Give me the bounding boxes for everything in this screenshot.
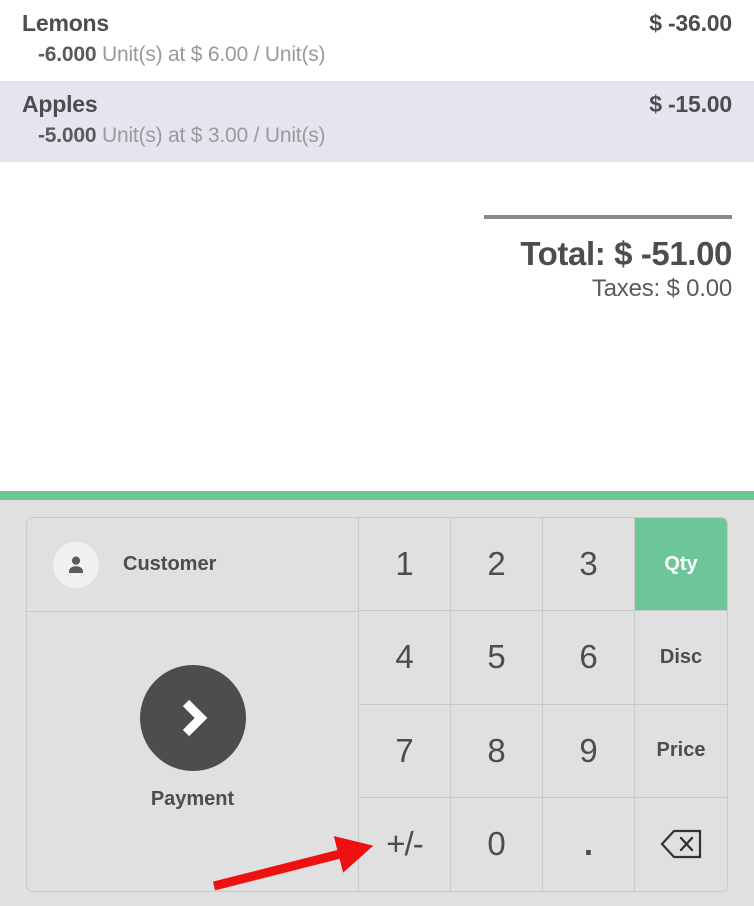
numpad-key-1-label: 1 bbox=[395, 545, 414, 583]
numpad-key-1[interactable]: 1 bbox=[359, 518, 451, 612]
numpad-mode-price[interactable]: Price bbox=[635, 704, 727, 798]
totals-divider bbox=[484, 215, 732, 219]
numpad-mode-disc-label: Disc bbox=[659, 645, 703, 668]
numpad-key-0-label: 0 bbox=[487, 825, 506, 863]
numpad-key-4-label: 4 bbox=[395, 638, 414, 676]
chevron-right-icon bbox=[139, 664, 246, 771]
numpad-key-0[interactable]: 0 bbox=[451, 797, 543, 891]
numpad-key-7[interactable]: 7 bbox=[359, 704, 451, 798]
order-line-header: Apples $ -15.00 bbox=[22, 91, 732, 118]
numpad-mode-disc[interactable]: Disc bbox=[635, 611, 727, 705]
order-lines-list: Lemons $ -36.00 -6.000 Unit(s) at $ 6.00 /… bbox=[0, 0, 754, 162]
numpad: 1 2 3 Qty 4 5 6 Disc 7 8 9 Price +/- 0. bbox=[359, 518, 727, 891]
customer-label: Customer bbox=[123, 553, 217, 575]
numpad-key-sign-label: +/- bbox=[386, 825, 423, 863]
numpad-key-5-label: 5 bbox=[487, 638, 506, 676]
order-total: Total: $ -51.00 bbox=[520, 235, 732, 272]
numpad-key-5[interactable]: 5 bbox=[451, 611, 543, 705]
numpad-mode-qty-label: Qty bbox=[664, 552, 698, 575]
green-divider bbox=[0, 491, 754, 500]
customer-button[interactable]: Customer bbox=[27, 518, 358, 612]
numpad-key-2[interactable]: 2 bbox=[451, 518, 543, 612]
numpad-mode-qty[interactable]: Qty bbox=[635, 518, 727, 612]
numpad-key-decimal-label: . bbox=[583, 825, 594, 863]
order-line-product: Lemons bbox=[22, 10, 109, 36]
numpad-key-3-label: 3 bbox=[579, 545, 598, 583]
order-line-header: Lemons $ -36.00 bbox=[22, 10, 732, 37]
numpad-key-3[interactable]: 3 bbox=[543, 518, 635, 612]
order-line-detail: -5.000 Unit(s) at $ 3.00 / Unit(s) bbox=[22, 124, 732, 148]
order-line-price: $ -36.00 bbox=[649, 10, 732, 36]
control-panel: Customer Payment 1 2 3 Qty 4 5 6 Disc 7 8 9 Price +/… bbox=[26, 517, 728, 892]
numpad-key-2-label: 2 bbox=[487, 545, 506, 583]
numpad-key-9-label: 9 bbox=[579, 731, 598, 769]
payment-button[interactable]: Payment bbox=[27, 612, 358, 891]
numpad-key-7-label: 7 bbox=[395, 731, 414, 769]
numpad-key-6-label: 6 bbox=[579, 638, 598, 676]
bottom-control-area: Customer Payment 1 2 3 Qty 4 5 6 Disc 7 8 9 Price +/… bbox=[0, 500, 754, 906]
numpad-key-4[interactable]: 4 bbox=[359, 611, 451, 705]
left-actions-column: Customer Payment bbox=[27, 518, 359, 891]
numpad-mode-price-label: Price bbox=[656, 739, 706, 762]
order-line-product: Apples bbox=[22, 91, 98, 117]
totals-area: Total: $ -51.00 Taxes: $ 0.00 bbox=[0, 215, 754, 303]
order-line-quantity: -5.000 bbox=[38, 124, 97, 147]
payment-label: Payment bbox=[150, 787, 235, 810]
numpad-key-8[interactable]: 8 bbox=[451, 704, 543, 798]
order-line-unit-info: Unit(s) at $ 3.00 / Unit(s) bbox=[96, 124, 326, 147]
order-line[interactable]: Lemons $ -36.00 -6.000 Unit(s) at $ 6.00 /… bbox=[0, 0, 754, 81]
backspace-icon bbox=[660, 830, 702, 859]
order-taxes: Taxes: $ 0.00 bbox=[591, 274, 732, 302]
order-line-quantity: -6.000 bbox=[38, 43, 97, 66]
order-line-detail: -6.000 Unit(s) at $ 6.00 / Unit(s) bbox=[22, 43, 732, 67]
numpad-key-8-label: 8 bbox=[487, 731, 506, 769]
numpad-key-decimal[interactable]: . bbox=[543, 797, 635, 891]
person-icon bbox=[53, 541, 99, 588]
order-line-price: $ -15.00 bbox=[649, 91, 732, 117]
numpad-key-backspace[interactable] bbox=[635, 797, 727, 891]
order-line[interactable]: Apples $ -15.00 -5.000 Unit(s) at $ 3.00 /… bbox=[0, 81, 754, 162]
numpad-key-sign[interactable]: +/- bbox=[359, 797, 451, 891]
numpad-key-6[interactable]: 6 bbox=[543, 611, 635, 705]
order-line-unit-info: Unit(s) at $ 6.00 / Unit(s) bbox=[96, 43, 326, 66]
numpad-key-9[interactable]: 9 bbox=[543, 704, 635, 798]
